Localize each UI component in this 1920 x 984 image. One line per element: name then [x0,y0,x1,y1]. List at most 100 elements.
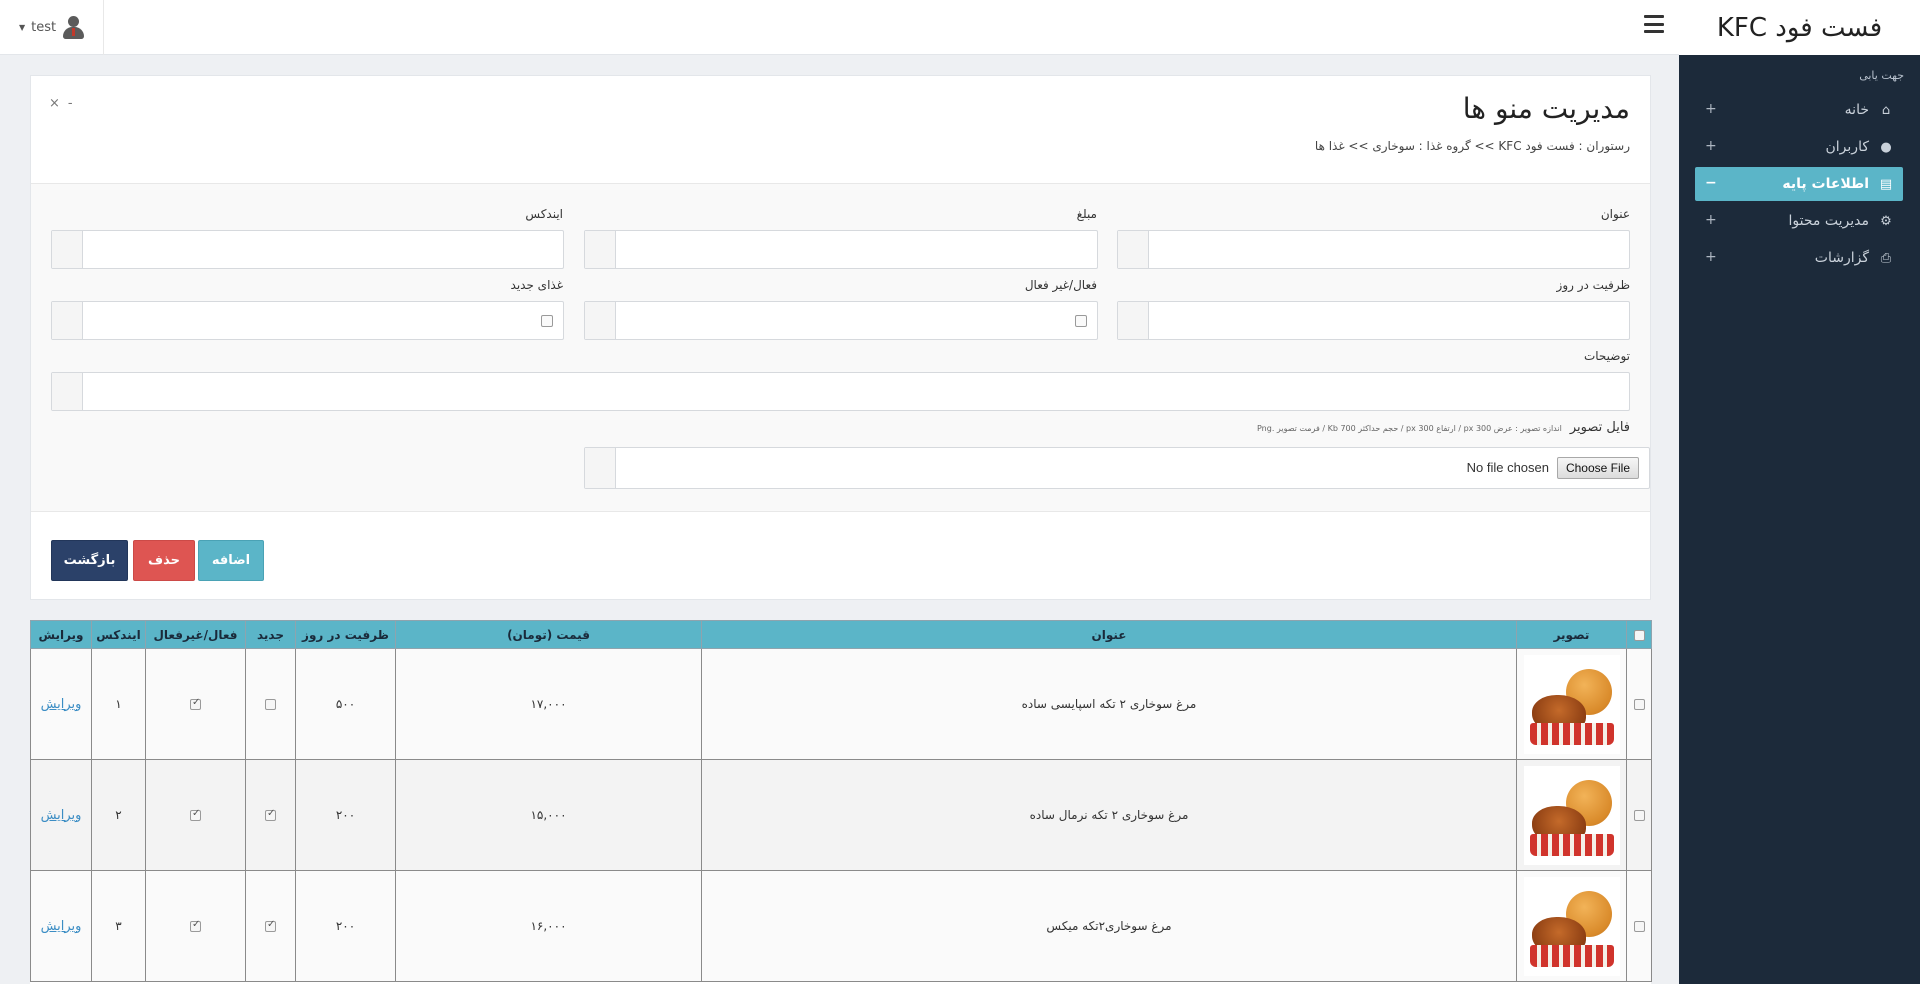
row-checkbox[interactable] [1633,921,1645,932]
caret-down-icon: ▼ [18,23,26,32]
back-button[interactable]: بازگشت [51,540,128,581]
user-menu[interactable]: ▼ test [0,0,104,55]
close-icon[interactable]: × [49,96,60,111]
active-cell [145,870,246,982]
edit-cell: ویرایش [30,648,92,760]
column-header-edit: ویرایش [30,620,92,649]
print-icon: ⎙ [1880,250,1892,266]
description-label: توضیحات [1583,349,1630,363]
sidebar-item-users[interactable]: ● کاربران + [1695,130,1903,164]
image-cell [1516,870,1627,982]
capacity-field[interactable] [1117,301,1630,340]
index-input[interactable] [84,231,563,268]
new-food-label: غذای جدید [510,278,563,292]
row-checkbox[interactable] [1633,810,1645,821]
new-cell [245,648,296,760]
sidebar-item-reports[interactable]: ⎙ گزارشات + [1695,241,1903,275]
home-icon: ⌂ [1881,102,1891,118]
input-addon [52,231,83,268]
form-panel: × - مدیریت منو ها رستوران : فست فود KFC … [30,75,1651,600]
title-cell: مرغ سوخاری ۲ تکه اسپایسی ساده [701,648,1517,760]
image-hint: اندازه تصویر : عرض 300 px / ارتفاع 300 p… [1257,424,1562,433]
expand-icon: + [1705,212,1717,228]
column-header-price: قیمت (تومان) [395,620,702,649]
sidebar-item-content[interactable]: ⚙ مدیریت محتوا + [1695,204,1903,238]
column-header-image: تصویر [1516,620,1627,649]
select-all-checkbox[interactable] [1633,629,1645,641]
sidebar-item-label: مدیریت محتوا [1788,213,1869,229]
top-header: ▼ test [0,0,1679,55]
menu-table: تصویر عنوان قیمت (تومان) ظرفیت در روز جد… [30,620,1652,984]
gears-icon: ⚙ [1880,213,1892,229]
file-status: No file chosen [1466,460,1549,475]
sidebar-item-label: کاربران [1825,139,1869,155]
row-checkbox[interactable] [1633,699,1645,710]
table-row: مرغ سوخاری ۲ تکه اسپایسی ساده ۱۷,۰۰۰ ۵۰۰… [30,648,1652,760]
price-field[interactable] [584,230,1098,269]
edit-link[interactable]: ویرایش [41,808,82,823]
sidebar-item-base-info[interactable]: ▤ اطلاعات پایه − [1695,167,1903,201]
title-input[interactable] [1150,231,1629,268]
new-checkbox [265,919,276,932]
title-field[interactable] [1117,230,1630,269]
input-addon [1118,231,1149,268]
avatar [62,15,85,40]
divider [31,511,1650,512]
row-select-cell [1626,648,1652,760]
image-file-label-text: فایل تصویر [1569,420,1630,435]
menu-toggle-icon[interactable] [1644,15,1664,33]
edit-cell: ویرایش [30,870,92,982]
description-field[interactable] [51,372,1630,411]
brand-title[interactable]: فست فود KFC [1679,0,1920,55]
price-cell: ۱۷,۰۰۰ [395,648,702,760]
active-checkbox [190,919,201,932]
sidebar-heading: جهت یابی [1859,69,1904,82]
title-cell: مرغ سوخاری۲تکه میکس [701,870,1517,982]
user-icon: ● [1880,139,1892,155]
image-cell [1516,648,1627,760]
sidebar-item-home[interactable]: ⌂ خانه + [1695,93,1903,127]
page-title: مدیریت منو ها [1462,92,1630,125]
index-cell: ۱ [91,648,146,760]
active-checkbox[interactable] [1075,315,1087,327]
breadcrumb: رستوران : فست فود KFC >> گروه غذا : سوخا… [1314,139,1630,153]
edit-cell: ویرایش [30,759,92,871]
user-name: test [31,20,57,35]
column-header-new: جدید [245,620,296,649]
table-row: مرغ سوخاری ۲ تکه نرمال ساده ۱۵,۰۰۰ ۲۰۰ ۲… [30,759,1652,871]
active-cell [145,648,246,760]
image-cell [1516,759,1627,871]
active-checkbox [190,808,201,821]
choose-file-button[interactable]: Choose File [1556,457,1639,479]
expand-icon: + [1705,138,1717,154]
food-image [1523,654,1620,754]
capacity-cell: ۵۰۰ [295,648,396,760]
input-addon [585,448,616,488]
new-food-checkbox[interactable] [541,315,553,327]
price-input[interactable] [617,231,1097,268]
panel-tools: × - [49,96,73,111]
row-select-cell [1626,870,1652,982]
table-row: مرغ سوخاری۲تکه میکس ۱۶,۰۰۰ ۲۰۰ ۳ ویرایش [30,870,1652,982]
edit-link[interactable]: ویرایش [41,919,82,934]
food-image [1523,765,1620,865]
collapse-icon: − [1705,175,1717,191]
index-label: ایندکس [525,207,563,221]
new-cell [245,870,296,982]
new-cell [245,759,296,871]
active-field [584,301,1098,340]
edit-link[interactable]: ویرایش [41,697,82,712]
minimize-icon[interactable]: - [68,96,73,111]
index-field[interactable] [51,230,564,269]
add-button[interactable]: اضافه [198,540,264,581]
input-addon [52,373,83,410]
sidebar-item-label: اطلاعات پایه [1782,176,1869,192]
sidebar: جهت یابی ⌂ خانه + ● کاربران + ▤ اطلاعات … [1679,55,1920,984]
input-addon [1118,302,1149,339]
column-header-capacity: ظرفیت در روز [295,620,396,649]
description-input[interactable] [84,373,1629,410]
capacity-input[interactable] [1150,302,1629,339]
column-header-title: عنوان [701,620,1517,649]
delete-button[interactable]: حذف [133,540,195,581]
index-cell: ۲ [91,759,146,871]
